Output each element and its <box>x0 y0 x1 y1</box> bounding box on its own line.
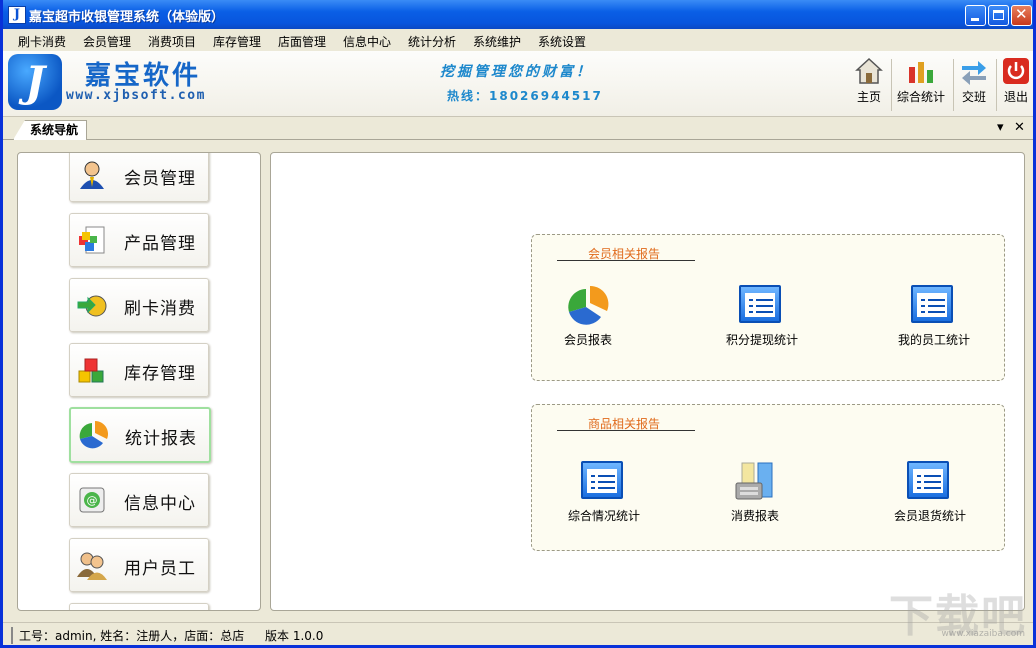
maximize-button[interactable] <box>988 5 1009 26</box>
svg-text:@: @ <box>87 494 98 507</box>
minimize-button[interactable] <box>965 5 986 26</box>
product-reports-group: 商品相关报告 综合情况统计 消费报表 会员退货统计 <box>531 404 1005 551</box>
menu-bar: 刷卡消费 会员管理 消费项目 库存管理 店面管理 信息中心 统计分析 系统维护 … <box>3 29 1033 51</box>
close-button[interactable]: ✕ <box>1011 5 1032 26</box>
group-title-underline <box>557 430 695 431</box>
product-icon <box>76 224 108 256</box>
bar-chart-icon <box>907 57 935 85</box>
users-icon <box>76 549 108 581</box>
nav-item-members[interactable]: 会员管理 <box>69 153 209 202</box>
brand-logo-icon: J <box>8 54 62 110</box>
user-info: 工号：admin, 姓名：注册人，店面：总店 <box>11 627 244 644</box>
close-icon: ✕ <box>1015 5 1028 23</box>
menu-item-inventory[interactable]: 库存管理 <box>213 33 261 50</box>
nav-item-label: 信息中心 <box>124 494 196 514</box>
nav-item-label: 统计报表 <box>125 429 197 449</box>
app-logo-icon: J <box>8 6 26 24</box>
nav-item-label: 产品管理 <box>124 234 196 254</box>
nav-item-users[interactable]: 用户员工 <box>69 538 209 592</box>
nav-item-inventory[interactable]: 库存管理 <box>69 343 209 397</box>
nav-item-label: 库存管理 <box>124 364 196 384</box>
nav-tab-bar: 系统导航 ▾ ✕ <box>3 117 1033 140</box>
menu-item-info-center[interactable]: 信息中心 <box>343 33 391 50</box>
nav-item-label: 会员管理 <box>124 169 196 189</box>
toolbar-separator <box>953 59 954 111</box>
report-label: 消费报表 <box>730 509 779 523</box>
tab-system-navigation[interactable]: 系统导航 <box>13 120 88 140</box>
member-reports-group: 会员相关报告 会员报表 积分提现统计 我的员工统计 <box>531 234 1005 381</box>
home-icon <box>855 57 883 85</box>
report-label: 我的员工统计 <box>897 333 970 347</box>
nav-item-next[interactable] <box>69 603 209 610</box>
slogan: 挖掘管理您的财富！ <box>440 64 593 80</box>
pie-chart-icon <box>77 419 109 451</box>
list-doc-icon <box>581 461 627 503</box>
nav-item-label: 用户员工 <box>124 559 196 579</box>
swipe-card-icon <box>76 289 108 321</box>
menu-item-consumption-items[interactable]: 消费项目 <box>148 33 196 50</box>
report-label: 会员报表 <box>563 333 612 347</box>
nav-item-info-center[interactable]: @ 信息中心 <box>69 473 209 527</box>
report-member[interactable]: 会员报表 <box>552 285 624 348</box>
nav-item-swipe-card[interactable]: 刷卡消费 <box>69 278 209 332</box>
app-window: J 嘉宝超市收银管理系统（体验版） ✕ 刷卡消费 会员管理 消费项目 库存管理 … <box>0 0 1036 648</box>
report-label: 会员退货统计 <box>893 509 966 523</box>
title-bar[interactable]: J 嘉宝超市收银管理系统（体验版） ✕ <box>3 0 1033 29</box>
menu-item-maintenance[interactable]: 系统维护 <box>473 33 521 50</box>
menu-item-swipe-card[interactable]: 刷卡消费 <box>18 33 66 50</box>
report-points-withdrawal[interactable]: 积分提现统计 <box>714 285 810 348</box>
list-doc-icon <box>907 461 953 503</box>
power-icon <box>1002 57 1030 85</box>
list-doc-icon <box>911 285 957 327</box>
inventory-icon <box>76 354 108 386</box>
close-icon[interactable]: ✕ <box>1014 120 1025 135</box>
member-icon <box>76 159 108 191</box>
toolbar-separator <box>891 59 892 111</box>
window-title: 嘉宝超市收银管理系统（体验版） <box>29 10 225 25</box>
report-consumption[interactable]: 消费报表 <box>720 461 790 524</box>
toolbar-exit-button[interactable]: 退出 <box>1000 57 1032 105</box>
watermark-url: www.xiazaiba.com <box>941 629 1025 639</box>
toolbar-label: 交班 <box>961 90 986 104</box>
register-icon <box>732 461 778 503</box>
version-label: 版本 1.0.0 <box>265 629 324 643</box>
shift-exchange-icon <box>960 57 988 85</box>
brand-name: 嘉宝软件 <box>85 61 202 91</box>
report-label: 积分提现统计 <box>725 333 798 347</box>
toolbar-shift-button[interactable]: 交班 <box>958 57 990 105</box>
toolbar-summary-stats-button[interactable]: 综合统计 <box>895 57 947 105</box>
report-overall-status[interactable]: 综合情况统计 <box>556 461 652 524</box>
report-center-panel: 会员相关报告 会员报表 积分提现统计 我的员工统计 商品相关报告 综合情况统计 … <box>270 152 1025 611</box>
list-doc-icon <box>739 285 785 327</box>
nav-item-label: 刷卡消费 <box>124 299 196 319</box>
status-bar: 工号：admin, 姓名：注册人，店面：总店 版本 1.0.0 <box>3 622 1033 645</box>
menu-item-members[interactable]: 会员管理 <box>83 33 131 50</box>
toolbar-home-button[interactable]: 主页 <box>853 57 885 105</box>
report-my-employees[interactable]: 我的员工统计 <box>886 285 982 348</box>
hotline: 热线：18026944517 <box>447 89 603 103</box>
chevron-down-icon[interactable]: ▾ <box>997 120 1004 135</box>
toolbar-label: 综合统计 <box>896 90 945 104</box>
brand-url: www.xjbsoft.com <box>66 88 206 103</box>
toolbar-label: 主页 <box>856 90 881 104</box>
group-title-underline <box>557 260 695 261</box>
header-banner: J 嘉宝软件 www.xjbsoft.com 挖掘管理您的财富！ 热线：1802… <box>3 51 1033 117</box>
pie-chart-icon <box>565 285 611 327</box>
toolbar-label: 退出 <box>1003 90 1028 104</box>
menu-item-statistics[interactable]: 统计分析 <box>408 33 456 50</box>
menu-item-stores[interactable]: 店面管理 <box>278 33 326 50</box>
menu-item-settings[interactable]: 系统设置 <box>538 33 586 50</box>
report-member-returns[interactable]: 会员退货统计 <box>882 461 978 524</box>
toolbar-separator <box>996 59 997 111</box>
nav-item-reports[interactable]: 统计报表 <box>69 407 211 463</box>
report-label: 综合情况统计 <box>567 509 640 523</box>
nav-item-products[interactable]: 产品管理 <box>69 213 209 267</box>
navigation-panel: 会员管理 产品管理 刷卡消费 库存管理 统计报表 @ 信息中心 用户员工 <box>17 152 261 611</box>
message-icon: @ <box>76 484 108 516</box>
